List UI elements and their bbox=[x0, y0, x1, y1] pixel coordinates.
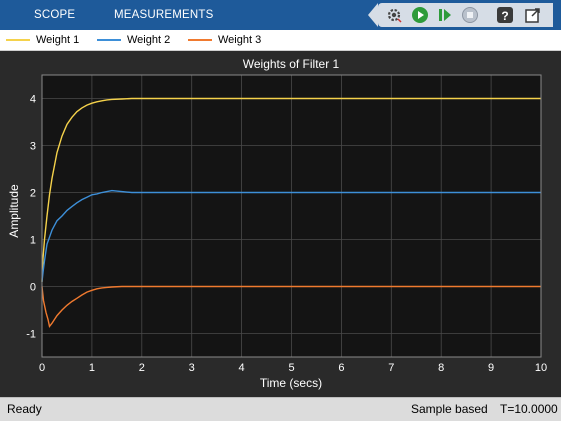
tab-scope[interactable]: SCOPE bbox=[34, 0, 75, 30]
legend-item-weight-2[interactable]: Weight 2 bbox=[97, 30, 170, 50]
plot-area: Weights of Filter 1 0 1 2 3 4 5 6 7 8 9 10 -1 0 1 2 3 4 … bbox=[0, 51, 561, 397]
toolstrip: SCOPE MEASUREMENTS ? bbox=[0, 0, 561, 30]
settings-gear-icon[interactable] bbox=[384, 5, 404, 25]
legend: Weight 1 Weight 2 Weight 3 bbox=[0, 30, 561, 51]
legend-swatch bbox=[188, 39, 212, 41]
x-tick-label: 10 bbox=[535, 362, 547, 374]
legend-item-weight-3[interactable]: Weight 3 bbox=[188, 30, 261, 50]
x-tick-label: 1 bbox=[89, 362, 95, 374]
x-tick-label: 2 bbox=[139, 362, 145, 374]
x-tick-label: 0 bbox=[39, 362, 45, 374]
chart-title: Weights of Filter 1 bbox=[243, 57, 340, 71]
step-forward-icon[interactable] bbox=[435, 5, 455, 25]
plot-svg[interactable]: Weights of Filter 1 0 1 2 3 4 5 6 7 8 9 10-101234 … bbox=[0, 51, 561, 397]
simulation-time-text: T=10.0000 bbox=[500, 402, 558, 416]
legend-label: Weight 1 bbox=[36, 34, 80, 46]
y-tick-label: 4 bbox=[30, 94, 36, 106]
legend-swatch bbox=[6, 39, 30, 41]
legend-label: Weight 3 bbox=[218, 34, 262, 46]
status-bar: Ready Sample based T=10.0000 bbox=[0, 397, 561, 421]
y-tick-label: 3 bbox=[30, 141, 36, 153]
x-tick-label: 4 bbox=[239, 362, 245, 374]
x-tick-label: 7 bbox=[388, 362, 394, 374]
undock-icon[interactable] bbox=[523, 5, 543, 25]
svg-text:?: ? bbox=[501, 9, 508, 23]
x-tick-label: 6 bbox=[338, 362, 344, 374]
y-tick-label: -1 bbox=[26, 329, 36, 341]
sample-mode-text: Sample based bbox=[411, 402, 488, 416]
x-tick-label: 8 bbox=[438, 362, 444, 374]
legend-label: Weight 2 bbox=[127, 34, 171, 46]
tab-measurements[interactable]: MEASUREMENTS bbox=[114, 0, 214, 30]
x-tick-label: 5 bbox=[288, 362, 294, 374]
legend-item-weight-1[interactable]: Weight 1 bbox=[6, 30, 79, 50]
run-icon[interactable] bbox=[410, 5, 430, 25]
legend-swatch bbox=[97, 39, 121, 41]
help-icon[interactable]: ? bbox=[495, 5, 515, 25]
x-axis-label: Time (secs) bbox=[260, 376, 322, 390]
x-tick-label: 3 bbox=[189, 362, 195, 374]
y-tick-label: 2 bbox=[30, 188, 36, 200]
status-text: Ready bbox=[7, 402, 42, 416]
y-tick-label: 1 bbox=[30, 235, 36, 247]
quick-access-bar: ? bbox=[368, 3, 553, 27]
stop-icon[interactable] bbox=[460, 5, 480, 25]
y-tick-label: 0 bbox=[30, 282, 36, 294]
y-axis-label: Amplitude bbox=[7, 184, 21, 238]
x-tick-label: 9 bbox=[488, 362, 494, 374]
